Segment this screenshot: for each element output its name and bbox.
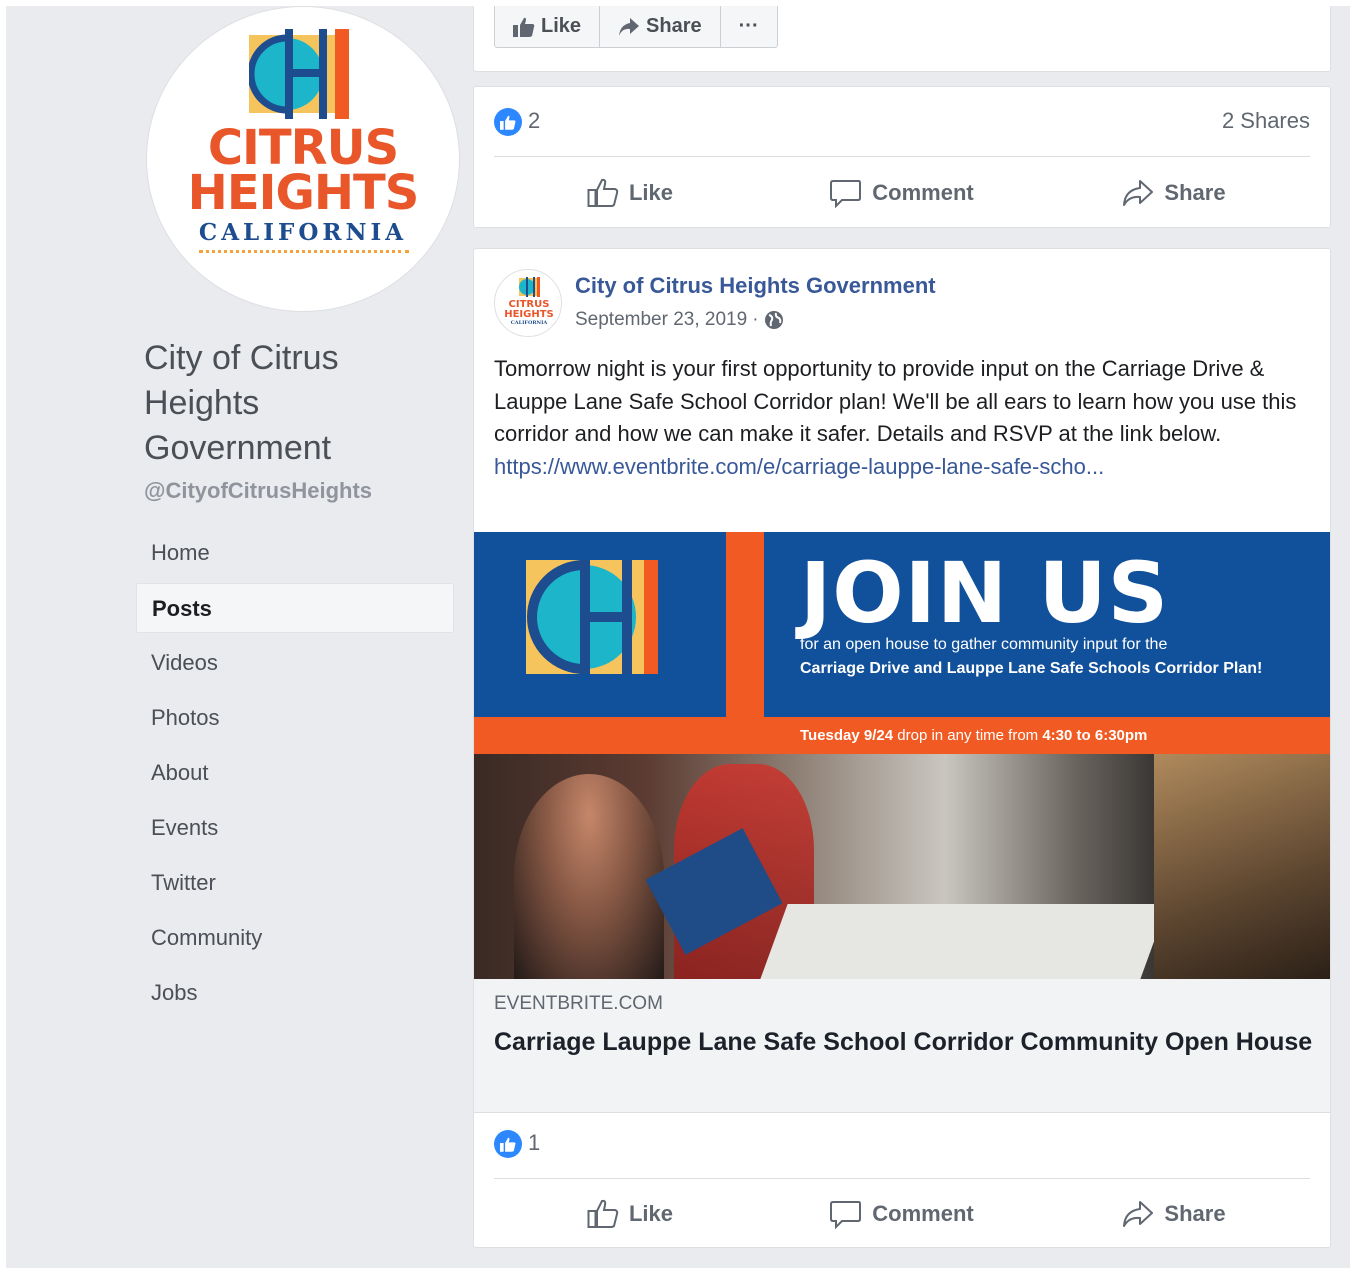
reaction-stats: 2 2 Shares bbox=[494, 87, 1310, 157]
like-count[interactable]: 1 bbox=[528, 1130, 540, 1156]
like-label: Like bbox=[628, 180, 674, 205]
share-arrow-icon bbox=[619, 17, 640, 36]
share-arrow-icon bbox=[1123, 1201, 1154, 1227]
city-logo-mark-icon: CITRUS HEIGHTS CALIFORNIA bbox=[504, 277, 554, 326]
nav-item-events[interactable]: Events bbox=[136, 803, 454, 853]
more-dots-icon: ··· bbox=[738, 15, 759, 37]
globe-icon bbox=[764, 311, 783, 329]
city-logo-mark-icon bbox=[249, 29, 349, 119]
post-actions: Like Comment Share bbox=[494, 1179, 1310, 1247]
share-button[interactable]: Share bbox=[1038, 1179, 1310, 1247]
like-label: Like bbox=[628, 1201, 674, 1226]
share-button[interactable]: Share bbox=[1038, 157, 1310, 229]
banner-date-mid: drop in any time from bbox=[893, 727, 1043, 744]
author-avatar[interactable]: CITRUS HEIGHTS CALIFORNIA bbox=[494, 269, 562, 337]
banner-subtitle: for an open house to gather community in… bbox=[800, 636, 1168, 653]
logo-dots bbox=[199, 250, 409, 253]
banner-plan-name: Carriage Drive and Lauppe Lane Safe Scho… bbox=[800, 660, 1263, 677]
previous-post-footer: 2 2 Shares Like Comment Share bbox=[473, 86, 1331, 228]
nav-item-community[interactable]: Community bbox=[136, 913, 454, 963]
post-author[interactable]: City of Citrus Heights Government bbox=[575, 273, 936, 299]
post-card: CITRUS HEIGHTS CALIFORNIA City of Citrus… bbox=[473, 248, 1331, 1248]
page-action-buttons: Like Share ··· bbox=[494, 6, 778, 48]
comment-button[interactable]: Comment bbox=[766, 1179, 1038, 1247]
logo-text-california: CALIFORNIA bbox=[198, 219, 408, 246]
post-actions: Like Comment Share bbox=[494, 157, 1310, 229]
banner-date-day: Tuesday 9/24 bbox=[800, 727, 894, 744]
post-date[interactable]: September 23, 2019 bbox=[575, 309, 747, 331]
nav-item-home[interactable]: Home bbox=[136, 528, 454, 578]
like-thumb-icon bbox=[587, 1199, 619, 1228]
post-text: Tomorrow night is your first opportunity… bbox=[494, 356, 1297, 446]
link-domain: EVENTBRITE.COM bbox=[494, 993, 663, 1014]
banner-date: Tuesday 9/24 drop in any time from 4:30 … bbox=[800, 727, 1147, 744]
more-options-button[interactable]: ··· bbox=[721, 6, 777, 47]
city-logo-mark-icon bbox=[526, 560, 658, 674]
page-like-button[interactable]: Like bbox=[495, 6, 601, 47]
like-thumb-icon bbox=[587, 178, 619, 207]
share-count[interactable]: 2 Shares bbox=[1222, 108, 1310, 134]
like-button[interactable]: Like bbox=[494, 157, 766, 229]
nav-item-photos[interactable]: Photos bbox=[136, 693, 454, 743]
like-badge-icon[interactable] bbox=[494, 108, 522, 136]
comment-label: Comment bbox=[872, 180, 974, 205]
page-handle[interactable]: @CityofCitrusHeights bbox=[144, 478, 372, 504]
comment-button[interactable]: Comment bbox=[766, 157, 1038, 229]
banner-orange-stripe bbox=[726, 532, 764, 717]
banner-date-time: 4:30 to 6:30pm bbox=[1042, 727, 1148, 744]
page-title[interactable]: City of Citrus Heights Government bbox=[144, 336, 444, 471]
banner-headline: JOIN US bbox=[800, 544, 1170, 642]
share-arrow-icon bbox=[1123, 180, 1154, 206]
link-preview[interactable]: EVENTBRITE.COM Carriage Lauppe Lane Safe… bbox=[474, 979, 1330, 1113]
nav-item-posts[interactable]: Posts bbox=[136, 583, 454, 633]
page-share-label: Share bbox=[646, 15, 702, 37]
post-link[interactable]: https://www.eventbrite.com/e/carriage-la… bbox=[494, 454, 1104, 479]
svg-text:HEIGHTS: HEIGHTS bbox=[504, 309, 554, 320]
page-frame: CITRUS HEIGHTS CALIFORNIA City of Citrus… bbox=[6, 6, 1350, 1268]
post-meta: September 23, 2019 · bbox=[575, 309, 784, 331]
nav-item-jobs[interactable]: Jobs bbox=[136, 968, 454, 1018]
open-house-photo bbox=[474, 754, 1330, 979]
nav-item-about[interactable]: About bbox=[136, 748, 454, 798]
meta-separator: · bbox=[752, 309, 759, 330]
like-badge-icon[interactable] bbox=[494, 1130, 522, 1158]
like-button[interactable]: Like bbox=[494, 1179, 766, 1247]
page-actions-bar: Like Share ··· bbox=[473, 6, 1331, 72]
photo-table bbox=[760, 904, 1168, 979]
svg-text:CALIFORNIA: CALIFORNIA bbox=[511, 320, 548, 326]
share-label: Share bbox=[1164, 180, 1226, 205]
nav-item-videos[interactable]: Videos bbox=[136, 638, 454, 688]
comment-bubble-icon bbox=[830, 1201, 862, 1229]
nav-item-twitter[interactable]: Twitter bbox=[136, 858, 454, 908]
like-count[interactable]: 2 bbox=[528, 108, 540, 134]
share-label: Share bbox=[1164, 1201, 1226, 1226]
page-share-button[interactable]: Share bbox=[600, 6, 721, 47]
photo-person-left bbox=[514, 774, 664, 979]
like-thumb-icon bbox=[513, 17, 535, 37]
photo-person-right bbox=[1154, 754, 1330, 979]
post-body: Tomorrow night is your first opportunity… bbox=[494, 353, 1304, 483]
page-nav: Home Posts Videos Photos About Events Tw… bbox=[136, 528, 454, 1023]
comment-label: Comment bbox=[872, 1201, 974, 1226]
reaction-stats: 1 bbox=[494, 1113, 1310, 1179]
page-like-label: Like bbox=[541, 15, 582, 37]
event-banner-image[interactable]: JOIN US for an open house to gather comm… bbox=[474, 532, 1330, 979]
logo-text-heights: HEIGHTS bbox=[187, 165, 420, 221]
link-title: Carriage Lauppe Lane Safe School Corrido… bbox=[494, 1028, 1313, 1056]
comment-bubble-icon bbox=[830, 180, 862, 208]
profile-picture[interactable]: CITRUS HEIGHTS CALIFORNIA bbox=[146, 6, 460, 312]
